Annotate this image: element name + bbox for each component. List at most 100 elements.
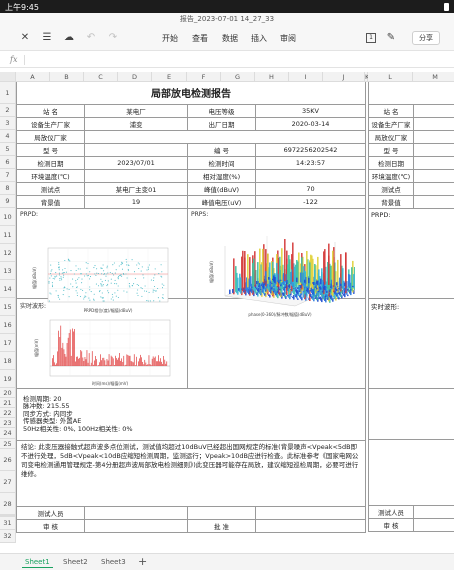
tab-sheet3[interactable]: Sheet3 (98, 557, 129, 568)
add-sheet-icon[interactable]: + (138, 555, 147, 568)
column-header-l[interactable]: L (368, 72, 413, 82)
row-header-4[interactable]: 4 (0, 130, 16, 143)
row-header-16[interactable]: 16 (0, 316, 16, 334)
row-header-25[interactable]: 25 (0, 439, 16, 449)
cloud-sync-icon[interactable]: ☁ (62, 31, 76, 45)
tester-label[interactable]: 测试人员 (16, 506, 85, 521)
row-header-13[interactable]: 13 (0, 262, 16, 280)
approver-label[interactable]: 批 准 (187, 519, 256, 534)
peak-label[interactable]: 峰值(dBuV) (187, 181, 256, 196)
maker-value[interactable]: 浦变 (84, 116, 188, 131)
row-header-1[interactable]: 1 (0, 82, 16, 104)
tester-value[interactable] (84, 506, 188, 521)
row-header-32[interactable]: 32 (0, 530, 16, 543)
row-header-5[interactable]: 5 (0, 143, 16, 156)
model-label[interactable]: 型 号 (16, 142, 85, 157)
test-time-label[interactable]: 检测时间 (187, 155, 256, 170)
report-title[interactable]: 局部放电检测报告 (15, 82, 367, 105)
stats-cell[interactable]: 检测周期: 20 脉冲数: 215.55 同步方式: 内同步 传感器类型: 外置… (15, 387, 367, 442)
row-header-9[interactable]: 9 (0, 195, 16, 208)
row-header-6[interactable]: 6 (0, 156, 16, 169)
column-header-m[interactable]: M (413, 72, 454, 82)
row-header-12[interactable]: 12 (0, 244, 16, 262)
tab-sheet2[interactable]: Sheet2 (60, 557, 91, 568)
row-header-10[interactable]: 10 (0, 208, 16, 226)
row-header-19[interactable]: 19 (0, 370, 16, 388)
test-time-value[interactable]: 14:23:57 (254, 155, 367, 170)
serial-value[interactable]: 6972256202542 (254, 142, 367, 157)
copy-test-date-label[interactable]: 检测日期 (368, 155, 414, 170)
reviewer-label[interactable]: 审 核 (16, 519, 85, 534)
menu-home[interactable]: 开始 (162, 33, 178, 44)
copy-prpd-label[interactable]: PRPD: (368, 207, 454, 299)
pen-icon[interactable]: ✎ (384, 31, 398, 45)
peak-value[interactable]: 70 (254, 181, 367, 196)
sheet-count-badge[interactable]: 1 (366, 33, 376, 43)
column-header-b[interactable]: B (50, 72, 84, 82)
column-header-i[interactable]: I (289, 72, 323, 82)
test-date-label[interactable]: 检测日期 (16, 155, 85, 170)
column-header-d[interactable]: D (118, 72, 152, 82)
instrument-value[interactable] (83, 129, 367, 144)
serial-label[interactable]: 编 号 (187, 142, 256, 157)
share-button[interactable]: 分享 (412, 31, 440, 45)
copy-model-label[interactable]: 型 号 (368, 142, 414, 157)
row-header-15[interactable]: 15 (0, 298, 16, 316)
row-header-22[interactable]: 22 (0, 408, 16, 418)
menu-review[interactable]: 审阅 (280, 33, 296, 44)
select-all-corner[interactable] (0, 72, 16, 82)
humidity-label[interactable]: 相对湿度(%) (187, 168, 256, 183)
model-value[interactable] (84, 142, 188, 157)
tester-extra-label[interactable] (187, 506, 256, 521)
menu-data[interactable]: 数据 (222, 33, 238, 44)
row-header-20[interactable]: 20 (0, 388, 16, 398)
column-header-e[interactable]: E (152, 72, 187, 82)
approver-value[interactable] (254, 519, 367, 534)
reviewer-value[interactable] (84, 519, 188, 534)
copy-maker-label[interactable]: 设备生产厂家 (368, 116, 414, 131)
temp-value[interactable] (84, 168, 188, 183)
copy-instrument-label[interactable]: 局放仪厂家 (368, 129, 414, 144)
menu-view[interactable]: 查看 (192, 33, 208, 44)
copy-point-label[interactable]: 测试点 (368, 181, 414, 196)
voltage-value[interactable]: 35KV (254, 103, 367, 118)
date-made-value[interactable]: 2020-03-14 (254, 116, 367, 131)
row-header-18[interactable]: 18 (0, 352, 16, 370)
row-header-23[interactable]: 23 (0, 418, 16, 428)
column-header-a[interactable]: A (16, 72, 50, 82)
station-label[interactable]: 站 名 (16, 103, 85, 118)
menu-icon[interactable]: ☰ (40, 31, 54, 45)
row-header-14[interactable]: 14 (0, 280, 16, 298)
peakv-value[interactable]: -122 (254, 194, 367, 209)
row-header-8[interactable]: 8 (0, 182, 16, 195)
column-header-c[interactable]: C (84, 72, 118, 82)
row-header-21[interactable]: 21 (0, 398, 16, 408)
instrument-label[interactable]: 局放仪厂家 (16, 129, 85, 144)
humidity-value[interactable] (254, 168, 367, 183)
peakv-label[interactable]: 峰值电压(uV) (187, 194, 256, 209)
row-header-26[interactable]: 26 (0, 449, 16, 471)
row-header-24[interactable]: 24 (0, 428, 16, 439)
row-header-27[interactable]: 27 (0, 471, 16, 493)
temp-label[interactable]: 环境温度(℃) (16, 168, 85, 183)
copy-station-label[interactable]: 站 名 (368, 103, 414, 118)
point-label[interactable]: 测试点 (16, 181, 85, 196)
redo-icon[interactable]: ↷ (106, 31, 120, 45)
tester-extra-value[interactable] (254, 506, 367, 521)
copy-temp-label[interactable]: 环境温度(℃) (368, 168, 414, 183)
column-header-j[interactable]: J (323, 72, 365, 82)
copy-realtime-label[interactable]: 实时波形: (368, 297, 454, 389)
close-icon[interactable]: ✕ (18, 31, 32, 45)
date-made-label[interactable]: 出厂日期 (187, 116, 256, 131)
conclusion-cell[interactable]: 结论: 此变压器接触式超声波多点位测试，测试值均超过10dBuV已经超出国网规定… (15, 440, 367, 508)
bg-label[interactable]: 背景值 (16, 194, 85, 209)
station-value[interactable]: 某电厂 (84, 103, 188, 118)
tab-sheet1[interactable]: Sheet1 (22, 557, 53, 568)
column-header-f[interactable]: F (187, 72, 221, 82)
copy-tester-label[interactable]: 测试人员 (368, 504, 414, 519)
row-header-3[interactable]: 3 (0, 117, 16, 130)
copy-bg-label[interactable]: 背景值 (368, 194, 414, 209)
row-header-2[interactable]: 2 (0, 104, 16, 117)
copy-reviewer-label[interactable]: 审 核 (368, 517, 414, 532)
bg-value[interactable]: 19 (84, 194, 188, 209)
